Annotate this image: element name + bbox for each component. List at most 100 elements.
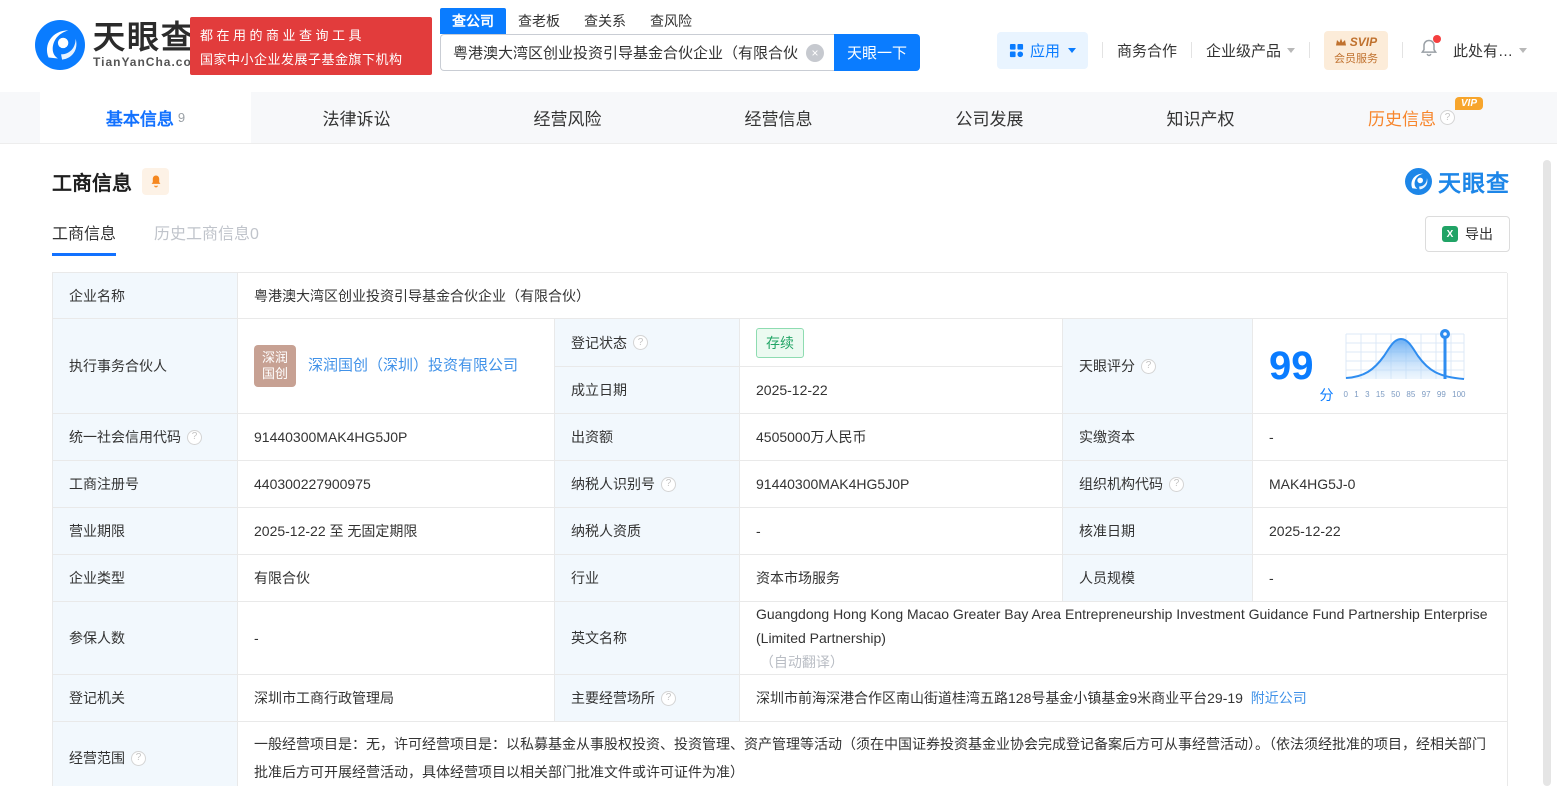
- partner-company-link[interactable]: 深润国创（深圳）投资有限公司: [308, 354, 518, 378]
- field-company-type-value: 有限合伙: [238, 555, 555, 602]
- tab-basic-info-count: 9: [178, 110, 185, 125]
- tab-legal-litigation[interactable]: 法律诉讼: [251, 92, 462, 143]
- field-score-value: 99 分: [1253, 319, 1508, 414]
- export-label: 导出: [1465, 224, 1493, 244]
- field-industry-value: 资本市场服务: [740, 555, 1063, 602]
- tab-history-info-label: 历史信息: [1368, 105, 1436, 130]
- tab-intellectual-property[interactable]: 知识产权: [1095, 92, 1306, 143]
- tab-operation-risk[interactable]: 经营风险: [462, 92, 673, 143]
- score-distribution-chart: 0131550859799100: [1344, 326, 1466, 407]
- help-icon[interactable]: ?: [1440, 110, 1455, 125]
- bell-icon: [149, 174, 163, 188]
- field-insured-value: -: [238, 602, 555, 675]
- field-taxpayer-quality-value: -: [740, 508, 1063, 555]
- search-tabs: 查公司 查老板 查关系 查风险: [440, 8, 920, 34]
- field-company-name-value: 粤港澳大湾区创业投资引导基金合伙企业（有限合伙）: [238, 273, 1508, 319]
- tianyancha-logo-icon: [1405, 168, 1432, 195]
- field-approval-date-value: 2025-12-22: [1253, 508, 1508, 555]
- clear-search-icon[interactable]: ×: [806, 44, 824, 62]
- field-score-label: 天眼评分?: [1063, 319, 1253, 414]
- svip-label: SVIP: [1350, 35, 1377, 49]
- divider: [1402, 42, 1403, 58]
- apps-grid-icon: [1009, 43, 1024, 58]
- promo-line1: 都在用的商业查询工具: [200, 25, 422, 44]
- search-tab-company[interactable]: 查公司: [440, 8, 506, 34]
- field-industry-label: 行业: [555, 555, 740, 602]
- notifications-button[interactable]: [1419, 38, 1439, 63]
- business-info-table: 企业名称 粤港澳大湾区创业投资引导基金合伙企业（有限合伙） 执行事务合伙人 深润…: [52, 272, 1507, 786]
- field-biz-term-value: 2025-12-22 至 无固定期限: [238, 508, 555, 555]
- header-nav: 应用 商务合作 企业级产品 SVIP 会员服务: [997, 30, 1527, 70]
- user-menu[interactable]: 此处有…: [1453, 40, 1527, 61]
- field-reg-authority-value: 深圳市工商行政管理局: [238, 675, 555, 722]
- svip-member-button[interactable]: SVIP 会员服务: [1324, 31, 1388, 70]
- field-scope-label: 经营范围?: [53, 722, 238, 786]
- chevron-down-icon: [1519, 48, 1527, 53]
- promo-line2: 国家中小企业发展子基金旗下机构: [200, 49, 422, 68]
- field-taxpayer-id-label: 纳税人识别号?: [555, 461, 740, 508]
- help-icon[interactable]: ?: [661, 691, 676, 706]
- brand-domain: TianYanCha.com: [93, 55, 203, 69]
- tab-history-info[interactable]: VIP 历史信息 ?: [1306, 92, 1517, 143]
- divider: [1191, 42, 1192, 58]
- field-capital-label: 出资额: [555, 414, 740, 461]
- svip-sublabel: 会员服务: [1334, 50, 1378, 66]
- subtab-history-business-info[interactable]: 历史工商信息0: [154, 220, 259, 256]
- search-input[interactable]: [440, 34, 834, 71]
- top-header: 天眼查 TianYanCha.com 都在用的商业查询工具 国家中小企业发展子基…: [0, 0, 1557, 92]
- field-taxpayer-quality-label: 纳税人资质: [555, 508, 740, 555]
- subtab-business-info[interactable]: 工商信息: [52, 220, 116, 256]
- field-est-date-value: 2025-12-22: [740, 367, 1063, 414]
- enterprise-products-link[interactable]: 企业级产品: [1206, 40, 1295, 61]
- tab-company-development[interactable]: 公司发展: [884, 92, 1095, 143]
- field-biz-term-label: 营业期限: [53, 508, 238, 555]
- tianyancha-logo[interactable]: 天眼查 TianYanCha.com: [35, 20, 203, 70]
- search-tab-relation[interactable]: 查关系: [572, 8, 638, 34]
- help-icon[interactable]: ?: [187, 430, 202, 445]
- field-credit-code-value: 91440300MAK4HG5J0P: [238, 414, 555, 461]
- field-paid-capital-value: -: [1253, 414, 1508, 461]
- status-badge: 存续: [756, 328, 804, 358]
- field-staff-size-label: 人员规模: [1063, 555, 1253, 602]
- auto-translate-note: （自动翻译）: [760, 650, 844, 674]
- field-capital-value: 4505000万人民币: [740, 414, 1063, 461]
- tab-operation-info[interactable]: 经营信息: [673, 92, 884, 143]
- notification-dot: [1433, 35, 1441, 43]
- field-company-name-label: 企业名称: [53, 273, 238, 319]
- field-taxpayer-id-value: 91440300MAK4HG5J0P: [740, 461, 1063, 508]
- field-reg-no-value: 440300227900975: [238, 461, 555, 508]
- tianyancha-logo-icon: [35, 20, 85, 70]
- excel-icon: X: [1442, 226, 1458, 242]
- tab-basic-info[interactable]: 基本信息 9: [40, 92, 251, 143]
- field-reg-status-label: 登记状态?: [555, 319, 740, 367]
- field-staff-size-value: -: [1253, 555, 1508, 602]
- divider: [1309, 42, 1310, 58]
- search-tab-risk[interactable]: 查风险: [638, 8, 704, 34]
- field-org-code-label: 组织机构代码?: [1063, 461, 1253, 508]
- help-icon[interactable]: ?: [1169, 477, 1184, 492]
- help-icon[interactable]: ?: [131, 751, 146, 766]
- field-paid-capital-label: 实缴资本: [1063, 414, 1253, 461]
- field-approval-date-label: 核准日期: [1063, 508, 1253, 555]
- watermark-brand-text: 天眼查: [1438, 164, 1510, 198]
- main-content: 工商信息 天眼查 工商信息 历史工商信息0 X 导出: [0, 164, 1557, 786]
- chevron-down-icon: [1068, 48, 1076, 53]
- field-reg-no-label: 工商注册号: [53, 461, 238, 508]
- help-icon[interactable]: ?: [633, 335, 648, 350]
- help-icon[interactable]: ?: [1141, 359, 1156, 374]
- field-scope-value: 一般经营项目是：无，许可经营项目是：以私募基金从事股权投资、投资管理、资产管理等…: [238, 722, 1508, 786]
- page-scrollbar[interactable]: [1543, 160, 1551, 786]
- biz-cooperation-link[interactable]: 商务合作: [1117, 40, 1177, 61]
- search-tab-boss[interactable]: 查老板: [506, 8, 572, 34]
- field-address-value: 深圳市前海深港合作区南山街道桂湾五路128号基金小镇基金9米商业平台29-19 …: [740, 675, 1508, 722]
- apps-button[interactable]: 应用: [997, 32, 1088, 69]
- brand-name: 天眼查: [93, 21, 203, 53]
- field-reg-authority-label: 登记机关: [53, 675, 238, 722]
- nearby-companies-link[interactable]: 附近公司: [1251, 686, 1307, 710]
- search-area: 查公司 查老板 查关系 查风险 × 天眼一下: [440, 8, 920, 71]
- monitor-bell-button[interactable]: [142, 168, 169, 195]
- help-icon[interactable]: ?: [661, 477, 676, 492]
- chevron-down-icon: [1287, 48, 1295, 53]
- search-button[interactable]: 天眼一下: [834, 34, 920, 71]
- export-button[interactable]: X 导出: [1425, 216, 1510, 252]
